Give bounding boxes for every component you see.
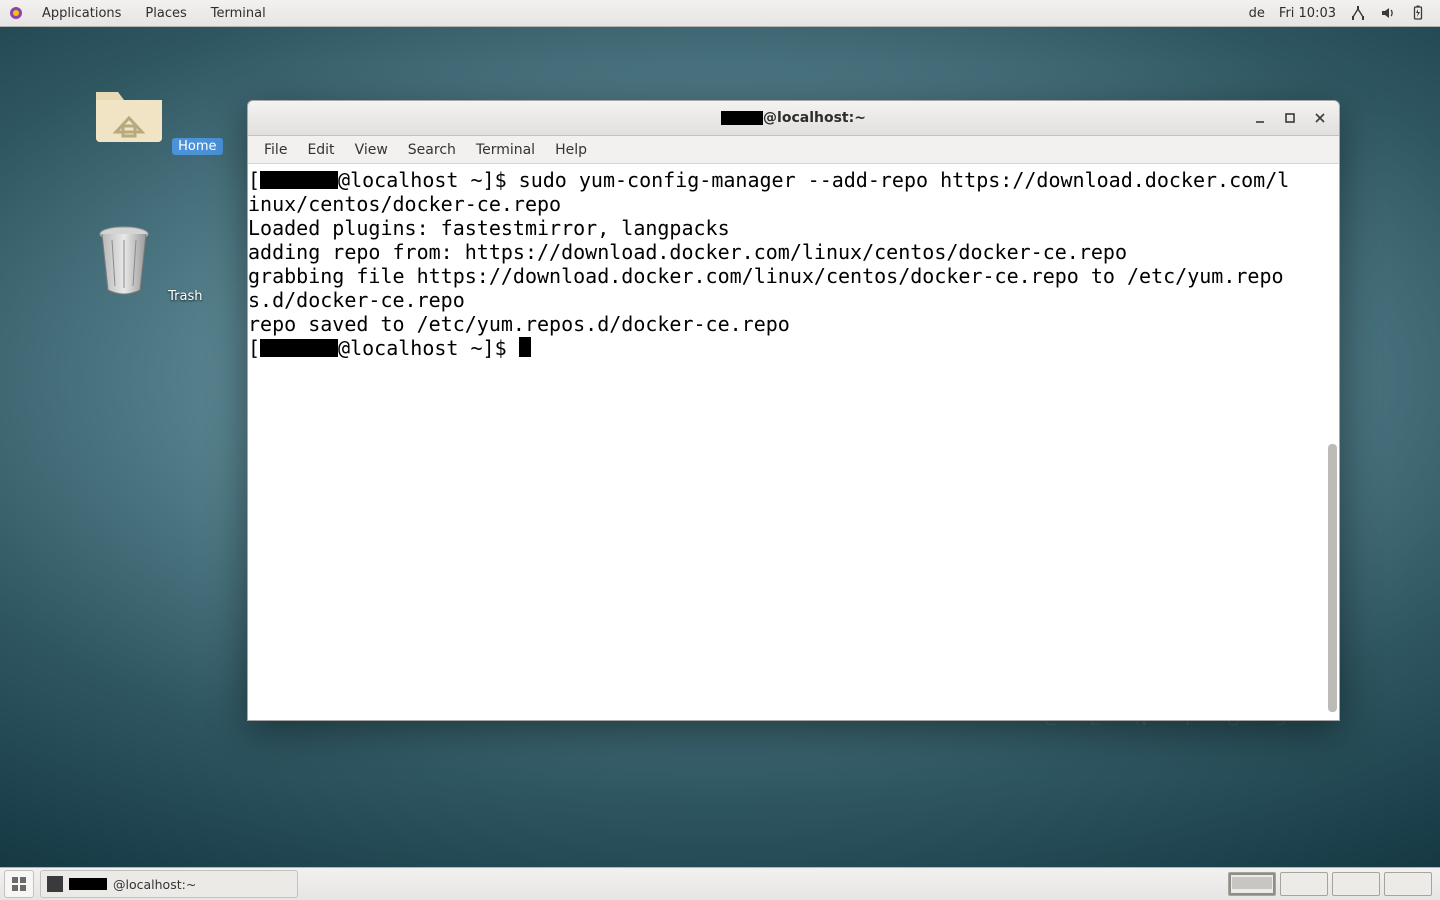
desktop-icon-label: Trash bbox=[162, 288, 208, 305]
menu-places[interactable]: Places bbox=[133, 0, 198, 26]
volume-icon[interactable] bbox=[1380, 5, 1396, 21]
network-icon[interactable] bbox=[1350, 5, 1366, 21]
window-maximize-button[interactable] bbox=[1277, 105, 1303, 131]
window-title: @localhost:~ bbox=[721, 110, 866, 126]
taskbar-item-label: @localhost:~ bbox=[113, 877, 196, 892]
menu-file[interactable]: File bbox=[254, 136, 297, 163]
terminal-output: [@localhost ~]$ sudo yum-config-manager … bbox=[248, 164, 1339, 360]
top-panel: Applications Places Terminal de Fri 10:0… bbox=[0, 0, 1440, 27]
show-desktop-button[interactable] bbox=[4, 870, 34, 898]
workspace-4[interactable] bbox=[1384, 872, 1432, 896]
menu-terminal[interactable]: Terminal bbox=[466, 136, 545, 163]
folder-home-icon bbox=[90, 72, 168, 150]
window-minimize-button[interactable] bbox=[1247, 105, 1273, 131]
terminal-window: @localhost:~ File Edit View Search Termi… bbox=[247, 100, 1340, 721]
top-panel-right: de Fri 10:03 bbox=[1249, 5, 1440, 21]
window-close-button[interactable] bbox=[1307, 105, 1333, 131]
keyboard-layout-indicator[interactable]: de bbox=[1249, 6, 1265, 21]
top-panel-left: Applications Places Terminal bbox=[0, 0, 278, 26]
redacted-username bbox=[721, 111, 763, 125]
desktop-icon-label: Home bbox=[172, 138, 222, 155]
menu-help[interactable]: Help bbox=[545, 136, 597, 163]
clock[interactable]: Fri 10:03 bbox=[1279, 6, 1336, 21]
menu-applications[interactable]: Applications bbox=[30, 0, 133, 26]
terminal-scrollbar[interactable] bbox=[1328, 164, 1337, 720]
menu-search[interactable]: Search bbox=[398, 136, 466, 163]
workspace-switcher bbox=[1228, 872, 1436, 896]
terminal-icon bbox=[47, 876, 63, 892]
workspace-3[interactable] bbox=[1332, 872, 1380, 896]
terminal-body[interactable]: [@localhost ~]$ sudo yum-config-manager … bbox=[248, 164, 1339, 720]
menu-terminal[interactable]: Terminal bbox=[199, 0, 278, 26]
menu-view[interactable]: View bbox=[345, 136, 398, 163]
desktop-icon-home[interactable]: Home bbox=[90, 72, 223, 155]
distro-logo-icon bbox=[8, 5, 24, 21]
terminal-menubar: File Edit View Search Terminal Help bbox=[248, 136, 1339, 164]
window-titlebar[interactable]: @localhost:~ bbox=[248, 101, 1339, 136]
menu-edit[interactable]: Edit bbox=[297, 136, 344, 163]
workspace-1[interactable] bbox=[1228, 872, 1276, 896]
redacted-username bbox=[69, 878, 107, 890]
desktop-icon-trash[interactable]: Trash bbox=[90, 222, 209, 305]
workspace-2[interactable] bbox=[1280, 872, 1328, 896]
battery-icon[interactable] bbox=[1410, 5, 1426, 21]
show-desktop-icon bbox=[11, 876, 27, 892]
taskbar-item-terminal[interactable]: @localhost:~ bbox=[40, 870, 298, 898]
trash-icon bbox=[90, 222, 158, 300]
bottom-panel: @localhost:~ bbox=[0, 867, 1440, 900]
scrollbar-thumb[interactable] bbox=[1328, 444, 1337, 712]
